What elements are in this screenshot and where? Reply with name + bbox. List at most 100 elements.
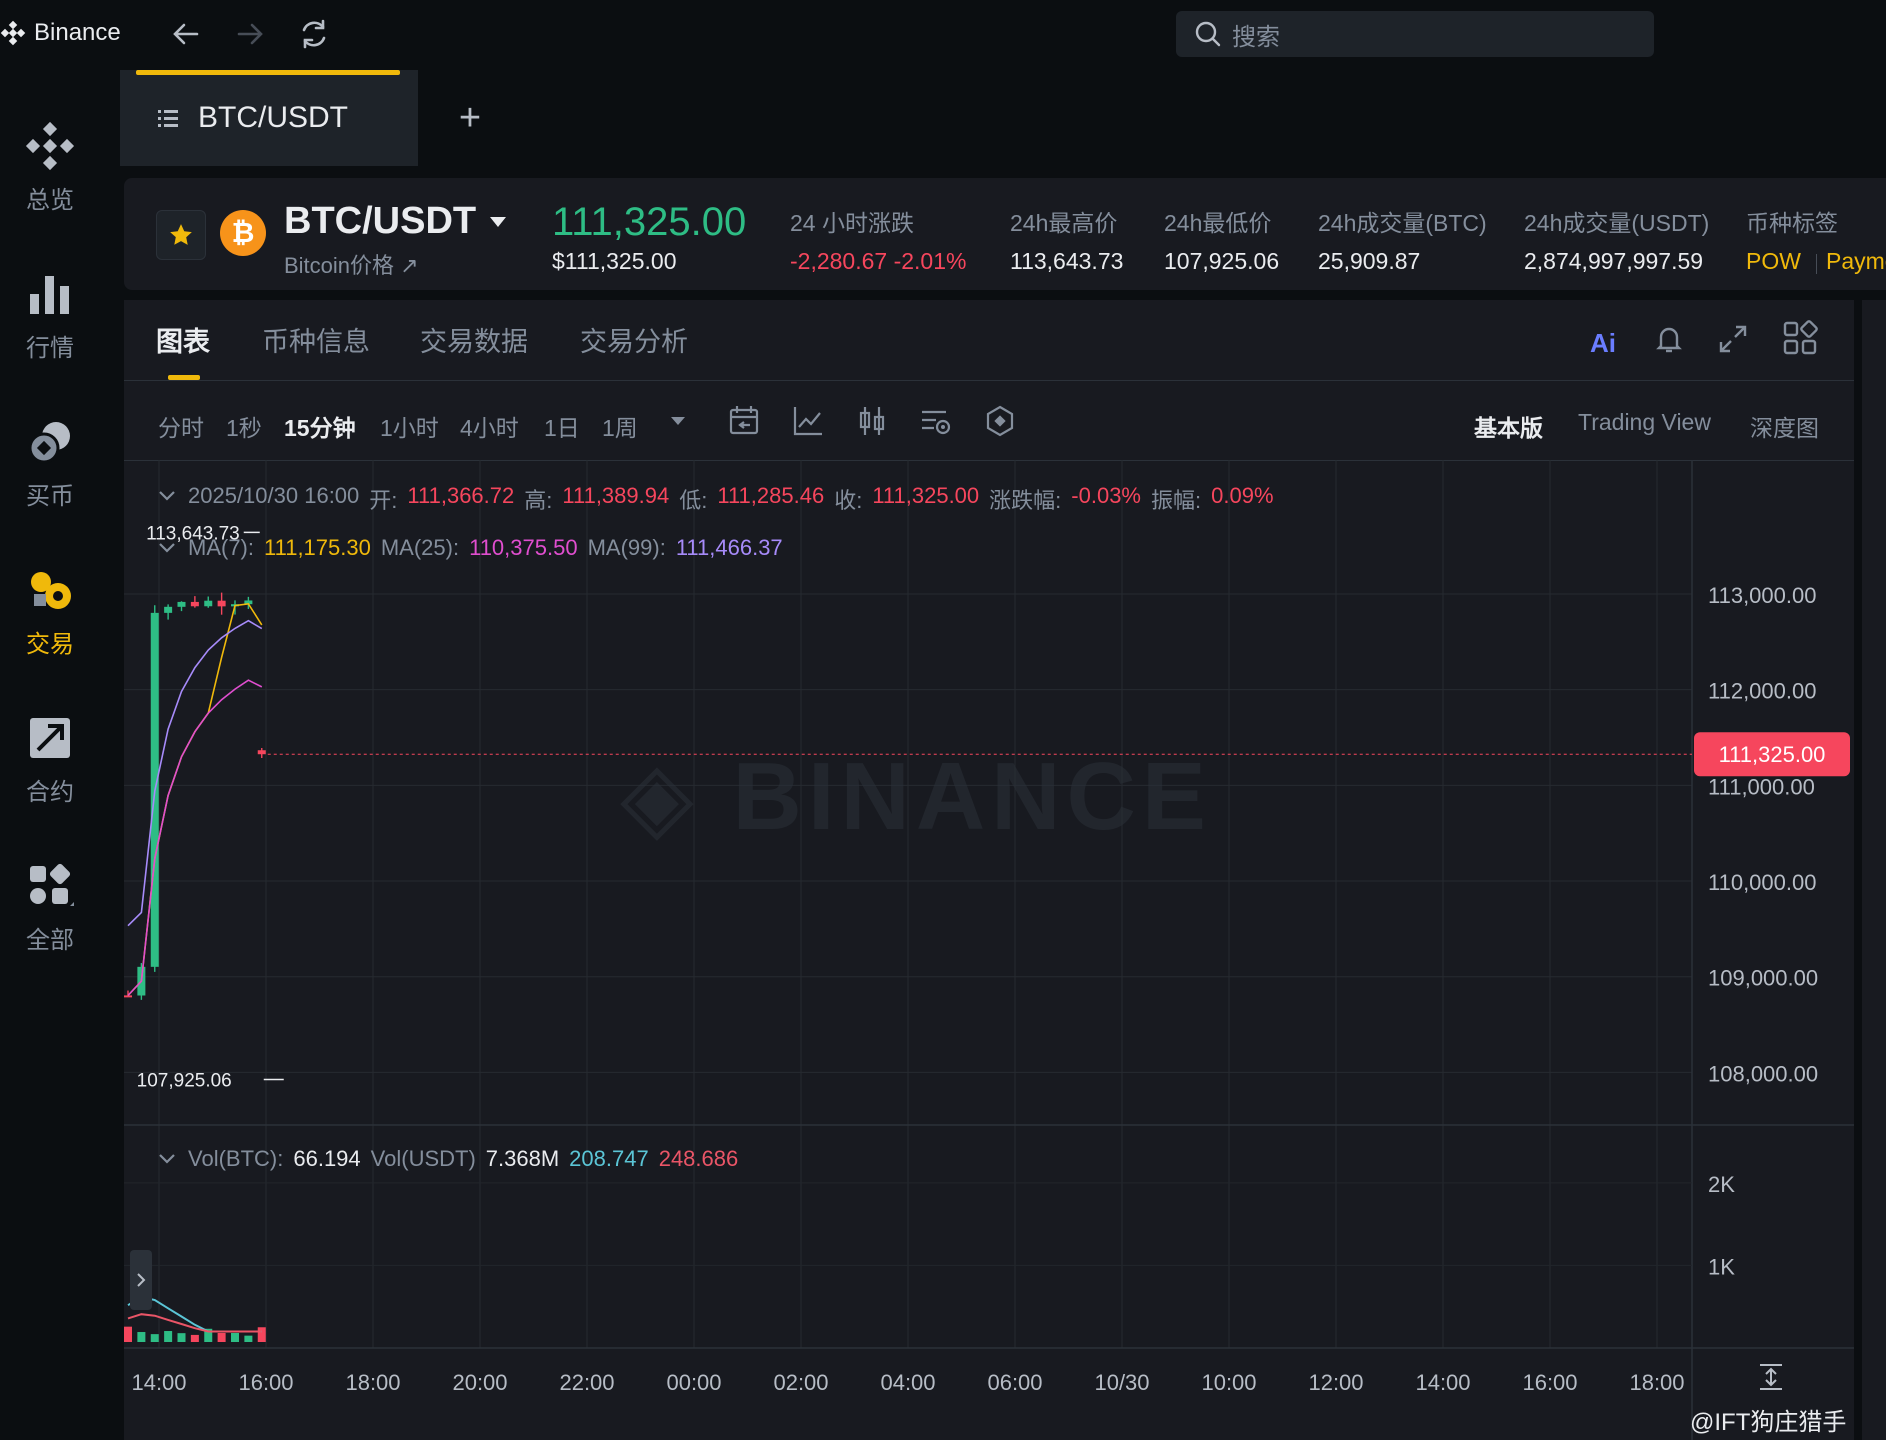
- add-tab-button[interactable]: +: [450, 92, 490, 144]
- view-basic[interactable]: 基本版: [1474, 409, 1543, 443]
- tab-trading-data[interactable]: 交易数据: [420, 320, 528, 359]
- time-tick-label: 14:00: [131, 1370, 186, 1395]
- sidebar-item-trade[interactable]: 交易: [0, 564, 100, 684]
- ai-icon: Ai: [1590, 328, 1616, 358]
- chart-settings-button[interactable]: [918, 403, 954, 439]
- reload-button[interactable]: [292, 12, 336, 56]
- high-value: 111,389.94: [562, 483, 670, 508]
- line-chart-icon: [793, 407, 822, 436]
- symbol-selector[interactable]: BTC/USDT: [284, 200, 508, 243]
- bell-icon: [1656, 327, 1682, 353]
- volume-bar: [124, 1326, 132, 1342]
- ma99-value: 111,466.37: [675, 535, 783, 560]
- timeframe-line[interactable]: 分时: [158, 409, 204, 443]
- stat-label-tags: 币种标签: [1746, 210, 1838, 236]
- open-label: 开:: [369, 488, 398, 513]
- vol-btc-label: Vol(BTC):: [188, 1146, 284, 1171]
- candlestick-chart[interactable]: 113,000.00 112,000.00 111,000.00 110,000.00…: [124, 460, 1854, 1440]
- stat-label-vol-btc: 24h成交量(BTC): [1318, 210, 1487, 236]
- price-tick-label: 109,000.00: [1708, 966, 1818, 991]
- favorite-button[interactable]: [156, 210, 206, 260]
- date-range-button[interactable]: [726, 403, 762, 439]
- search-bar[interactable]: 搜索: [1176, 11, 1654, 57]
- timeframe-1s[interactable]: 1秒: [226, 409, 262, 443]
- chevron-down-icon[interactable]: [156, 537, 178, 559]
- alert-button[interactable]: [1652, 322, 1686, 361]
- ai-button[interactable]: Ai: [1588, 326, 1622, 361]
- time-tick-label: 20:00: [452, 1370, 507, 1395]
- timeframe-1w[interactable]: 1周: [602, 409, 638, 443]
- time-tick-label: 04:00: [880, 1370, 935, 1395]
- sidebar-item-overview[interactable]: 总览: [0, 120, 100, 240]
- time-tick-label: 10:00: [1201, 1370, 1256, 1395]
- drawing-tools-button[interactable]: [982, 403, 1018, 439]
- stat-label-vol-usdt: 24h成交量(USDT): [1524, 210, 1710, 236]
- timeframe-1h[interactable]: 1小时: [380, 409, 439, 443]
- tab-coin-info[interactable]: 币种信息: [262, 320, 370, 359]
- tab-trading-analysis[interactable]: 交易分析: [580, 320, 688, 359]
- search-input[interactable]: 搜索: [1232, 17, 1280, 52]
- calendar-icon: [729, 406, 759, 435]
- time-tick-label: 14:00: [1415, 1370, 1470, 1395]
- active-tab-indicator: [136, 70, 400, 75]
- candle-body: [204, 600, 213, 607]
- view-depth[interactable]: 深度图: [1750, 409, 1819, 443]
- binance-watermark-logo: ◈ BINANCE: [620, 743, 1212, 850]
- view-tradingview[interactable]: Trading View: [1578, 409, 1711, 436]
- vol-usdt-value: 7.368M: [485, 1146, 560, 1171]
- chevron-down-icon[interactable]: [156, 1148, 178, 1170]
- tab-btc-usdt[interactable]: BTC/USDT: [120, 70, 418, 166]
- low-label: 低:: [679, 488, 708, 513]
- price-tick-label: 112,000.00: [1708, 679, 1816, 704]
- sidebar-item-buy-crypto[interactable]: 买币: [0, 416, 100, 536]
- stat-value-vol-btc: 25,909.87: [1318, 248, 1421, 274]
- hexagon-icon: [986, 405, 1014, 437]
- candle-body: [257, 750, 266, 755]
- current-price-label: 111,325.00: [1719, 742, 1826, 767]
- tab-chart[interactable]: 图表: [156, 320, 210, 359]
- stat-value-low: 107,925.06: [1164, 248, 1280, 274]
- volume-bar: [137, 1332, 146, 1342]
- coin-tag-pow[interactable]: POW: [1746, 248, 1801, 275]
- more-timeframes-button[interactable]: [668, 414, 688, 433]
- volume-tick-label: 1K: [1708, 1254, 1735, 1279]
- chart-type-button[interactable]: [854, 403, 890, 439]
- trade-icon: [31, 572, 71, 609]
- chevron-down-icon[interactable]: [156, 485, 178, 507]
- stat-value-high: 113,643.73: [1010, 248, 1124, 274]
- timeframe-1d[interactable]: 1日: [544, 409, 580, 443]
- coins-icon: [28, 422, 70, 464]
- reload-icon: [302, 19, 326, 49]
- binance-logo-icon: [25, 121, 75, 171]
- auto-scale-button[interactable]: [1756, 1362, 1786, 1397]
- back-button[interactable]: [164, 12, 208, 56]
- sidebar-item-futures[interactable]: 合约: [0, 712, 100, 832]
- tab-label: BTC/USDT: [198, 101, 348, 134]
- coin-info-link[interactable]: Bitcoin价格 ↗: [284, 248, 419, 280]
- expand-sidebar-button[interactable]: [130, 1250, 152, 1310]
- fullscreen-button[interactable]: [1716, 322, 1750, 361]
- sidebar-item-label: 行情: [26, 335, 74, 362]
- layout-button[interactable]: [1782, 320, 1818, 361]
- vol-usdt-label: Vol(USDT): [370, 1146, 476, 1171]
- open-value: 111,366.72: [407, 483, 515, 508]
- sidebar-item-label: 买币: [26, 483, 74, 510]
- sidebar-item-markets[interactable]: 行情: [0, 268, 100, 388]
- timeframe-15m[interactable]: 15分钟: [284, 409, 356, 443]
- futures-icon: [30, 718, 70, 758]
- volume-ma-long-line: [127, 1313, 262, 1333]
- sidebar-item-all[interactable]: 全部: [0, 860, 100, 980]
- stat-label-low: 24h最低价: [1164, 210, 1272, 236]
- indicators-button[interactable]: [790, 403, 826, 439]
- candlestick-icon: [859, 407, 885, 435]
- low-value: 111,285.46: [717, 483, 825, 508]
- timeframe-4h[interactable]: 4小时: [460, 409, 519, 443]
- image-watermark: @IFT狗庄猎手: [1690, 1409, 1847, 1436]
- time-tick-label: 12:00: [1308, 1370, 1363, 1395]
- ma25-label: MA(25):: [380, 535, 460, 560]
- candle-date: 2025/10/30 16:00: [188, 483, 360, 508]
- volume-info-row: Vol(BTC): 66.194 Vol(USDT) 7.368M 208.747 …: [156, 1146, 738, 1172]
- time-tick-label: 18:00: [1629, 1370, 1684, 1395]
- coin-tag-payments[interactable]: Payme: [1826, 248, 1886, 275]
- forward-button[interactable]: [228, 12, 272, 56]
